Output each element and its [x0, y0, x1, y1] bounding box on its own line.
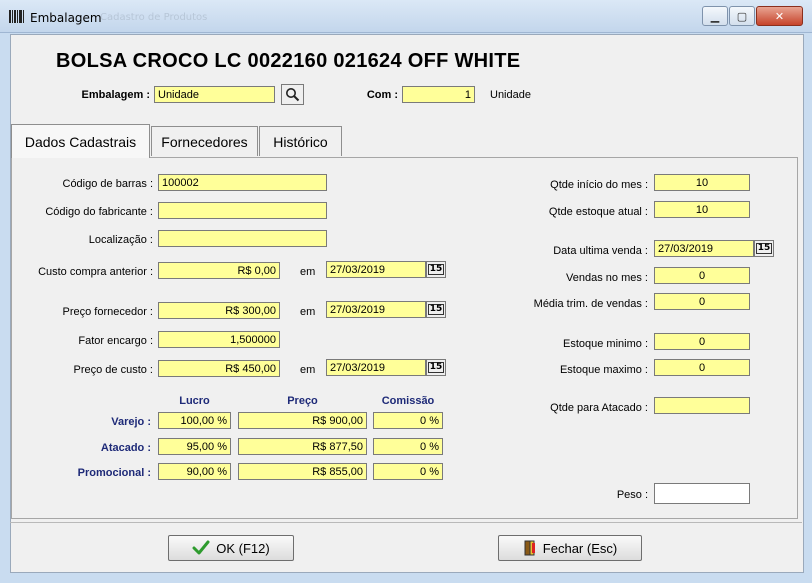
preco-custo-label: Preço de custo :: [73, 364, 154, 376]
varejo-comissao[interactable]: 0 %: [373, 412, 443, 429]
atacado-preco[interactable]: R$ 877,50: [238, 438, 367, 455]
ghost-title: Cadastro de Produtos: [100, 12, 208, 23]
atacado-comissao[interactable]: 0 %: [373, 438, 443, 455]
vendas-mes-field[interactable]: 0: [654, 267, 750, 284]
preco-fornecedor-label: Preço fornecedor :: [62, 306, 154, 318]
barcode-icon: [9, 10, 24, 23]
preco-custo-field[interactable]: R$ 450,00: [158, 360, 280, 377]
data-ultima-venda-label: Data ultima venda :: [553, 245, 648, 257]
codigo-barras-label: Código de barras :: [62, 178, 154, 190]
preco-fornecedor-field[interactable]: R$ 300,00: [158, 302, 280, 319]
localizacao-label: Localização :: [88, 234, 153, 246]
varejo-label: Varejo :: [111, 416, 151, 428]
calendar-icon: 15: [427, 362, 445, 373]
tab-historico[interactable]: Histórico: [259, 126, 342, 156]
tab-dados-cadastrais[interactable]: Dados Cadastrais: [11, 124, 150, 158]
minimize-button[interactable]: ▁: [702, 6, 728, 26]
calendar-icon: 15: [755, 243, 773, 254]
peso-label: Peso :: [616, 489, 648, 501]
window-title: Embalagem: [30, 11, 102, 25]
promocional-comissao[interactable]: 0 %: [373, 463, 443, 480]
estoque-maximo-label: Estoque maximo :: [559, 364, 648, 376]
door-exit-icon: [524, 540, 535, 556]
qtde-estoque-atual-label: Qtde estoque atual :: [548, 206, 648, 218]
varejo-preco[interactable]: R$ 900,00: [238, 412, 367, 429]
preco-fornecedor-date[interactable]: 27/03/2019: [326, 301, 426, 318]
vendas-mes-label: Vendas no mes :: [566, 272, 648, 284]
com-unit: Unidade: [490, 89, 531, 101]
localizacao-field[interactable]: [158, 230, 327, 247]
close-button[interactable]: ✕: [756, 6, 803, 26]
search-button[interactable]: [281, 84, 304, 105]
media-trim-label: Média trim. de vendas :: [533, 298, 648, 310]
embalagem-field[interactable]: Unidade: [154, 86, 275, 103]
peso-field[interactable]: [654, 483, 750, 504]
estoque-minimo-label: Estoque minimo :: [563, 338, 648, 350]
bottom-divider: [10, 522, 802, 523]
promocional-label: Promocional :: [77, 467, 151, 479]
fator-encargo-label: Fator encargo :: [78, 335, 153, 347]
varejo-lucro[interactable]: 100,00 %: [158, 412, 231, 429]
preco-custo-em: em: [300, 364, 316, 376]
custo-compra-label: Custo compra anterior :: [38, 266, 153, 278]
qtde-inicio-mes-label: Qtde início do mes :: [550, 179, 648, 191]
custo-compra-calendar-button[interactable]: 15: [426, 261, 446, 278]
com-label: Com :: [366, 89, 398, 101]
search-icon: [286, 88, 300, 102]
preco-fornecedor-em: em: [300, 306, 316, 318]
check-icon: [192, 540, 210, 555]
data-ultima-venda-calendar-button[interactable]: 15: [754, 240, 774, 257]
qtde-estoque-atual-field[interactable]: 10: [654, 201, 750, 218]
custo-compra-field[interactable]: R$ 0,00: [158, 262, 280, 279]
preco-fornecedor-calendar-button[interactable]: 15: [426, 301, 446, 318]
header-comissao: Comissão: [381, 395, 435, 407]
fechar-button-label: Fechar (Esc): [542, 540, 618, 556]
custo-compra-em: em: [300, 266, 316, 278]
preco-custo-calendar-button[interactable]: 15: [426, 359, 446, 376]
promocional-lucro[interactable]: 90,00 %: [158, 463, 231, 480]
ok-button-label: OK (F12): [216, 540, 270, 556]
media-trim-field[interactable]: 0: [654, 293, 750, 310]
ok-button[interactable]: OK (F12): [168, 535, 294, 561]
header-lucro: Lucro: [179, 395, 210, 407]
com-field[interactable]: 1: [402, 86, 475, 103]
embalagem-label: Embalagem :: [81, 89, 150, 101]
promocional-preco[interactable]: R$ 855,00: [238, 463, 367, 480]
estoque-maximo-field[interactable]: 0: [654, 359, 750, 376]
atacado-lucro[interactable]: 95,00 %: [158, 438, 231, 455]
calendar-icon: 15: [427, 264, 445, 275]
qtde-inicio-mes-field[interactable]: 10: [654, 174, 750, 191]
product-name: BOLSA CROCO LC 0022160 021624 OFF WHITE: [56, 50, 521, 72]
tab-fornecedores[interactable]: Fornecedores: [151, 126, 258, 156]
header-preco: Preço: [287, 395, 318, 407]
fechar-button[interactable]: Fechar (Esc): [498, 535, 642, 561]
custo-compra-date[interactable]: 27/03/2019: [326, 261, 426, 278]
qtde-atacado-label: Qtde para Atacado :: [550, 402, 648, 414]
codigo-barras-field[interactable]: 100002: [158, 174, 327, 191]
atacado-label: Atacado :: [100, 442, 151, 454]
estoque-minimo-field[interactable]: 0: [654, 333, 750, 350]
fator-encargo-field[interactable]: 1,500000: [158, 331, 280, 348]
data-ultima-venda-field[interactable]: 27/03/2019: [654, 240, 754, 257]
maximize-button[interactable]: ▢: [729, 6, 755, 26]
qtde-atacado-field[interactable]: [654, 397, 750, 414]
codigo-fabricante-field[interactable]: [158, 202, 327, 219]
codigo-fabricante-label: Código do fabricante :: [45, 206, 153, 218]
calendar-icon: 15: [427, 304, 445, 315]
preco-custo-date[interactable]: 27/03/2019: [326, 359, 426, 376]
